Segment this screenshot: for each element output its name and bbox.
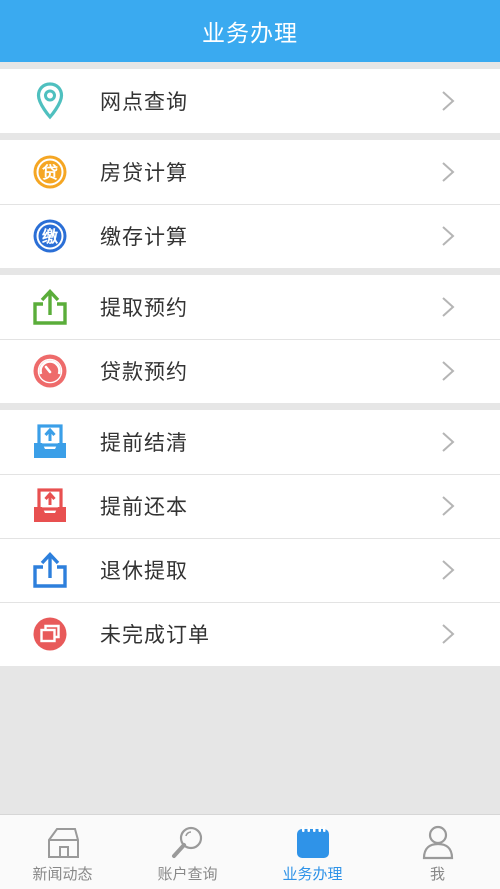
magnifier-icon	[168, 822, 208, 862]
chevron-right-icon	[440, 431, 456, 453]
calendar-icon	[293, 822, 333, 862]
window-stack-icon	[30, 614, 70, 654]
loan-dai-icon: 贷	[30, 152, 70, 192]
chevron-right-icon	[440, 360, 456, 382]
deposit-jiao-icon: 缴	[30, 216, 70, 256]
row-label: 退休提取	[100, 559, 188, 583]
upload-share-icon	[30, 287, 70, 327]
page-title: 业务办理	[202, 21, 298, 47]
row-retirement-withdraw[interactable]: 退休提取	[0, 538, 500, 602]
bottom-tab-bar: 新闻动态 账户查询 业务办理 我	[0, 814, 500, 889]
row-withdraw-appointment[interactable]: 提取预约	[0, 275, 500, 339]
tab-label: 新闻动态	[32, 865, 93, 883]
row-early-principal-repay[interactable]: 提前还本	[0, 474, 500, 538]
upload-share-blue-icon	[30, 550, 70, 590]
chevron-right-icon	[440, 225, 456, 247]
row-label: 未完成订单	[100, 623, 210, 647]
row-early-settlement[interactable]: 提前结清	[0, 410, 500, 474]
tray-upload-red-icon	[30, 486, 70, 526]
deposit-glyph: 缴	[42, 227, 59, 246]
tab-label: 账户查询	[157, 865, 218, 883]
group-repayment: 提前结清 提前还本 退休提取 未完成订单	[0, 410, 500, 666]
header-bar: 业务办理	[0, 0, 500, 62]
tab-label: 我	[429, 865, 445, 883]
row-label: 提取预约	[100, 296, 188, 320]
person-icon	[418, 822, 458, 862]
tab-label: 业务办理	[282, 865, 343, 883]
chevron-right-icon	[440, 161, 456, 183]
tab-me[interactable]: 我	[375, 815, 500, 889]
loan-glyph: 贷	[42, 163, 58, 182]
group-calculators: 贷 房贷计算 缴 缴存计算	[0, 140, 500, 268]
tray-upload-icon	[30, 422, 70, 462]
tab-account-query[interactable]: 账户查询	[125, 815, 250, 889]
row-loan-appointment[interactable]: 贷款预约	[0, 339, 500, 403]
tab-business[interactable]: 业务办理	[250, 815, 375, 889]
row-label: 贷款预约	[100, 360, 188, 384]
chevron-right-icon	[440, 296, 456, 318]
group-appointments: 提取预约 贷款预约	[0, 275, 500, 403]
row-deposit-calc[interactable]: 缴 缴存计算	[0, 204, 500, 268]
row-label: 提前还本	[100, 495, 188, 519]
row-outlet-query[interactable]: 网点查询	[0, 69, 500, 133]
chevron-right-icon	[440, 90, 456, 112]
row-label: 提前结清	[100, 431, 188, 455]
gauge-icon	[30, 351, 70, 391]
row-label: 房贷计算	[100, 161, 188, 185]
row-mortgage-calc[interactable]: 贷 房贷计算	[0, 140, 500, 204]
location-pin-icon	[30, 81, 70, 121]
tab-news[interactable]: 新闻动态	[0, 815, 125, 889]
chevron-right-icon	[440, 623, 456, 645]
chevron-right-icon	[440, 559, 456, 581]
service-list: 网点查询 贷 房贷计算 缴 缴存计算 提取预约 贷款预约 提前结清 提前还本 退…	[0, 69, 500, 666]
row-label: 缴存计算	[100, 225, 188, 249]
group-outlet: 网点查询	[0, 69, 500, 133]
house-icon	[43, 822, 83, 862]
chevron-right-icon	[440, 495, 456, 517]
row-unfinished-orders[interactable]: 未完成订单	[0, 602, 500, 666]
row-label: 网点查询	[100, 90, 188, 114]
